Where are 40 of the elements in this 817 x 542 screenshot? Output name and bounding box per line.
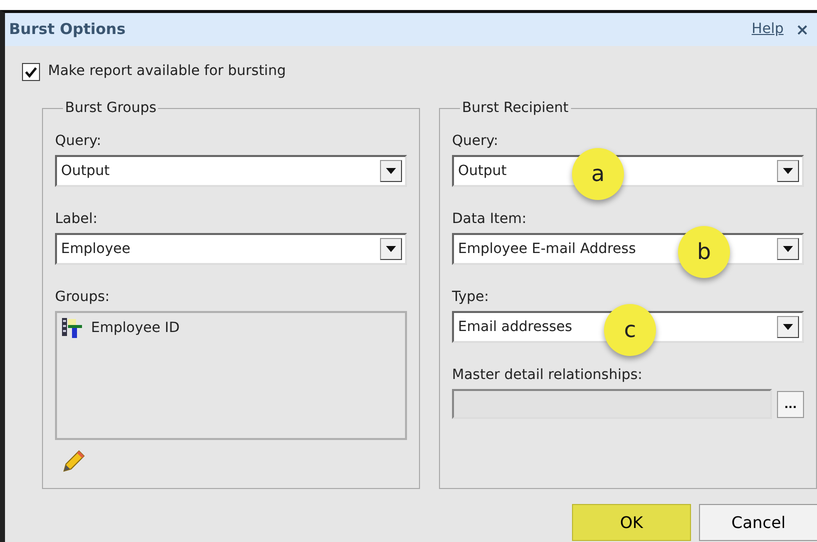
group-item[interactable]: Employee ID	[91, 318, 180, 338]
window-title: Burst Options	[9, 19, 126, 40]
close-button[interactable]: ×	[796, 22, 809, 38]
dropdown[interactable]: Output	[55, 155, 407, 187]
dialog-button[interactable]: OK	[572, 504, 691, 541]
callout-marker: b	[678, 226, 730, 278]
caret-icon	[386, 246, 396, 252]
callout-marker: c	[604, 304, 656, 356]
group-title: Burst Recipient	[460, 101, 571, 115]
help-link[interactable]: Help	[752, 19, 784, 40]
field-label: Type:	[452, 288, 490, 307]
callout-marker: a	[572, 148, 624, 200]
dropdown-arrow-button[interactable]	[380, 160, 402, 182]
pencil-icon[interactable]	[61, 448, 87, 474]
dropdown-arrow-button[interactable]	[777, 160, 799, 182]
field-label: Label:	[55, 210, 98, 229]
checkbox[interactable]	[22, 62, 40, 80]
caret-icon	[783, 168, 793, 174]
field-label: Query:	[55, 132, 102, 151]
checkbox-label: Make report available for bursting	[48, 62, 286, 81]
dropdown-value: Employee E-mail Address	[458, 240, 636, 258]
check-icon	[24, 64, 38, 78]
dropdown-value: Email addresses	[458, 318, 572, 336]
dropdown-value: Output	[61, 162, 110, 180]
dropdown-value: Output	[458, 162, 507, 180]
dialog-button[interactable]: Cancel	[699, 504, 817, 541]
caret-icon	[783, 246, 793, 252]
data-item-icon	[61, 317, 83, 339]
caret-icon	[386, 168, 396, 174]
dropdown-arrow-button[interactable]	[380, 238, 402, 260]
dropdown-value: Employee	[61, 240, 130, 258]
field-label: Data Item:	[452, 210, 528, 229]
dropdown[interactable]: Employee	[55, 233, 407, 265]
caret-icon	[783, 324, 793, 330]
field-label: Master detail relationships:	[452, 366, 644, 385]
group-title: Burst Groups	[63, 101, 158, 115]
field-label: Groups:	[55, 288, 111, 307]
dropdown-arrow-button[interactable]	[777, 238, 799, 260]
field-label: Query:	[452, 132, 500, 151]
dropdown-arrow-button[interactable]	[777, 316, 799, 338]
